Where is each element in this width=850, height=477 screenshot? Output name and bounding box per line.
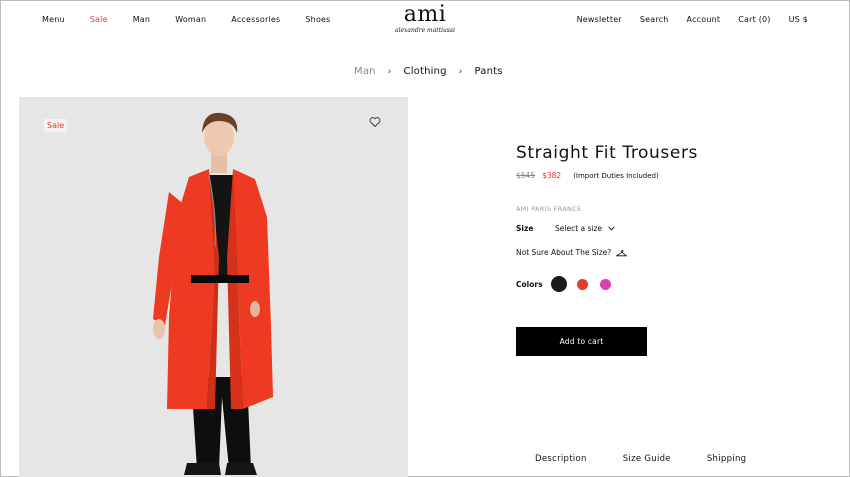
size-help-link[interactable]: Not Sure About The Size? [516, 248, 628, 257]
color-swatch-black[interactable] [550, 276, 567, 292]
color-swatch-red[interactable] [576, 278, 588, 290]
nav-menu[interactable]: Menu [42, 15, 65, 24]
nav-accessories[interactable]: Accessories [231, 15, 280, 24]
nav-account[interactable]: Account [687, 15, 721, 24]
tab-shipping[interactable]: Shipping [707, 454, 746, 464]
breadcrumb: Man › Clothing › Pants [354, 66, 503, 77]
sale-price: $382 [542, 171, 562, 180]
product-title: Straight Fit Trousers [516, 143, 698, 163]
product-tabs: Description Size Guide Shipping [535, 454, 746, 464]
utility-nav: Newsletter Search Account Cart (0) US $ [559, 15, 808, 24]
chevron-right-icon: › [458, 66, 463, 77]
nav-cart[interactable]: Cart (0) [738, 15, 770, 24]
tab-description[interactable]: Description [535, 454, 587, 464]
model-photo [153, 112, 273, 475]
tab-size-guide[interactable]: Size Guide [623, 454, 671, 464]
nav-shoes[interactable]: Shoes [305, 15, 330, 24]
colors-label: Colors [516, 279, 543, 289]
color-swatch-pink[interactable] [599, 278, 611, 290]
size-row: Size Select a size [516, 224, 615, 233]
hanger-icon [616, 249, 628, 256]
duties-note: (Import Duties Included) [573, 171, 659, 180]
currency-selector[interactable]: US $ [789, 15, 808, 24]
original-price: $545 [516, 171, 536, 180]
chevron-right-icon: › [387, 66, 392, 77]
logo-tagline: alexandre mattiussi [395, 27, 455, 34]
primary-nav: Menu Sale Man Woman Accessories Shoes [42, 15, 356, 24]
breadcrumb-clothing[interactable]: Clothing [404, 66, 447, 77]
colors-row: Colors [516, 276, 611, 292]
nav-search[interactable]: Search [640, 15, 669, 24]
logo-wordmark: ami [403, 2, 447, 27]
size-label: Size [516, 224, 534, 233]
nav-newsletter[interactable]: Newsletter [577, 15, 622, 24]
sale-badge: Sale [44, 119, 68, 132]
add-to-cart-button[interactable]: Add to cart [516, 327, 647, 356]
size-select[interactable]: Select a size [555, 224, 615, 233]
nav-man[interactable]: Man [133, 15, 150, 24]
product-image[interactable]: Sale [19, 97, 408, 477]
price-row: $545 $382 (Import Duties Included) [516, 171, 659, 180]
brand-logo[interactable]: ami alexandre mattiussi [395, 0, 455, 34]
size-help-text: Not Sure About The Size? [516, 248, 612, 257]
breadcrumb-man[interactable]: Man [354, 66, 376, 77]
size-select-value: Select a size [555, 224, 603, 233]
heart-icon[interactable] [369, 116, 381, 128]
brand-line: AMI PARIS FRANCE [516, 205, 582, 213]
breadcrumb-pants[interactable]: Pants [475, 66, 503, 77]
nav-woman[interactable]: Woman [175, 15, 206, 24]
nav-sale[interactable]: Sale [90, 15, 108, 24]
chevron-down-icon [608, 226, 615, 231]
